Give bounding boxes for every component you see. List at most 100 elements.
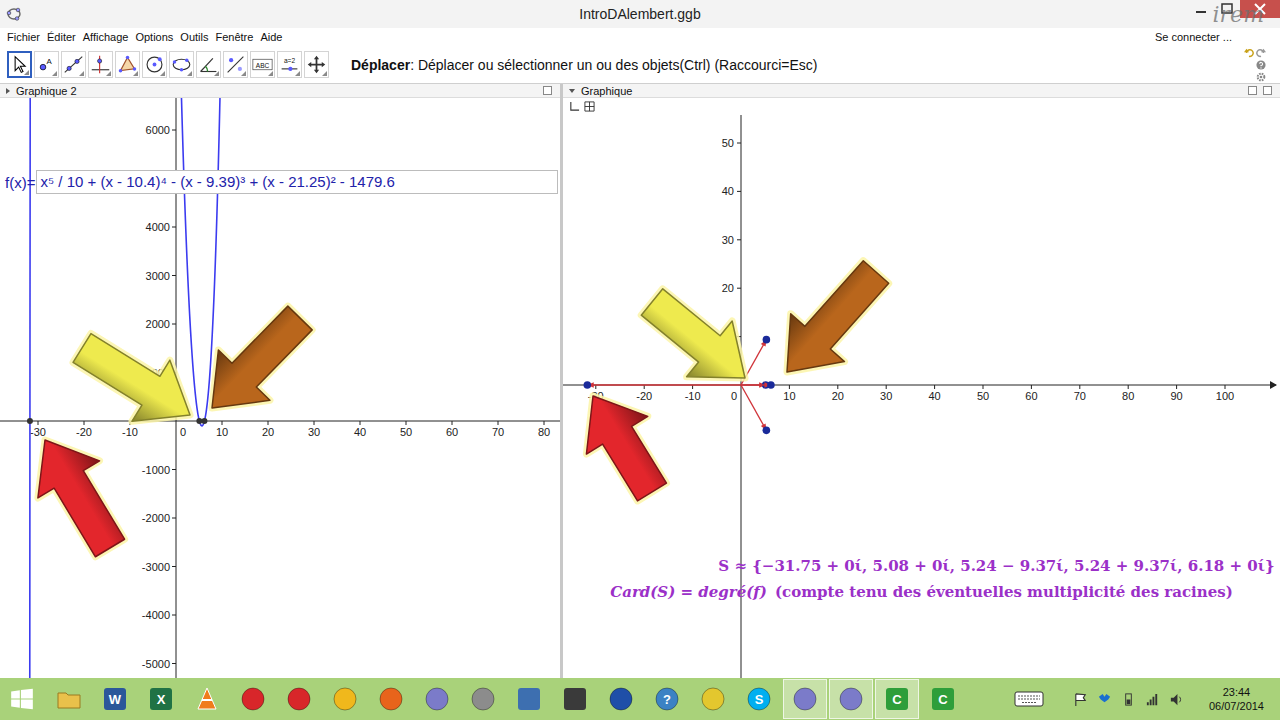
svg-text:30: 30 <box>880 390 892 402</box>
root-vector[interactable] <box>584 381 741 389</box>
tool-button[interactable] <box>7 51 32 78</box>
taskbar-app[interactable] <box>783 679 827 719</box>
annotation-arrow-icon <box>63 317 209 445</box>
svg-text:W: W <box>109 692 122 707</box>
menu-item[interactable]: Fichier <box>7 31 40 43</box>
taskbar-app[interactable] <box>461 679 505 719</box>
menu-item[interactable]: Outils <box>180 31 208 43</box>
svg-text:50: 50 <box>722 137 734 149</box>
axes-icon[interactable] <box>569 101 580 112</box>
submenu-corner-icon <box>241 71 246 76</box>
taskbar-app[interactable]: ? <box>645 679 689 719</box>
taskbar-app[interactable] <box>277 679 321 719</box>
login-link[interactable]: Se connecter ... <box>1155 31 1232 43</box>
taskbar-app[interactable] <box>415 679 459 719</box>
input-field[interactable]: x⁵ / 10 + (x - 10.4)⁴ - (x - 9.39)³ + (x… <box>36 170 558 194</box>
help-icon[interactable] <box>1256 60 1266 70</box>
tool-button[interactable] <box>304 51 329 78</box>
taskbar-app[interactable] <box>369 679 413 719</box>
taskbar-app[interactable] <box>553 679 597 719</box>
tool-button[interactable]: A <box>34 51 59 78</box>
maximize-icon[interactable] <box>1214 0 1240 18</box>
taskbar-app[interactable]: C <box>921 679 965 719</box>
root-point[interactable] <box>27 418 33 424</box>
taskbar-app[interactable] <box>231 679 275 719</box>
submenu-corner-icon <box>133 71 138 76</box>
close-view-icon[interactable] <box>1263 86 1272 95</box>
root-vector[interactable] <box>741 385 770 434</box>
graph-canvas[interactable]: -30-20-100102030405060708090100102030405… <box>563 115 1280 678</box>
app-icon: C <box>883 685 911 713</box>
flag-icon[interactable] <box>1073 692 1088 707</box>
undo-icon[interactable] <box>1244 48 1254 58</box>
root-vector[interactable] <box>741 381 775 389</box>
app-icon: X <box>147 685 175 713</box>
workspace: Graphique 2-30-20-1001020304050607080600… <box>0 84 1280 678</box>
reflect-tool-icon <box>225 54 246 75</box>
x-axis-arrow-icon <box>1270 381 1277 389</box>
close-icon[interactable] <box>1240 0 1280 18</box>
toggle-stylebar-icon[interactable] <box>6 88 10 94</box>
close-view-icon[interactable] <box>543 86 552 95</box>
y-tick: 40 <box>722 185 741 197</box>
function-curve[interactable] <box>0 98 560 678</box>
menu-item[interactable]: Aide <box>260 31 282 43</box>
windows-start-icon[interactable] <box>9 686 35 712</box>
taskbar-app[interactable] <box>47 679 91 719</box>
taskbar-app[interactable]: C <box>875 679 919 719</box>
x-tick: 70 <box>492 421 504 438</box>
taskbar-app[interactable] <box>691 679 735 719</box>
tool-button[interactable] <box>169 51 194 78</box>
menu-item[interactable]: Affichage <box>83 31 129 43</box>
text-tool-icon: ABC <box>252 54 273 75</box>
function-input: f(x)=x⁵ / 10 + (x - 10.4)⁴ - (x - 9.39)³… <box>5 170 558 194</box>
taskbar-app[interactable] <box>323 679 367 719</box>
tool-button[interactable]: a=2 <box>277 51 302 78</box>
tool-button[interactable]: ABC <box>250 51 275 78</box>
taskbar-app[interactable] <box>185 679 229 719</box>
menu-item[interactable]: Options <box>135 31 173 43</box>
dropbox-icon[interactable] <box>1097 692 1112 707</box>
network-icon[interactable] <box>1145 692 1160 707</box>
circle-tool-icon <box>144 54 165 75</box>
input-label: f(x)= <box>5 174 35 191</box>
tool-button[interactable] <box>142 51 167 78</box>
settings-icon[interactable] <box>1256 72 1266 82</box>
undock-view-icon[interactable] <box>1248 86 1257 95</box>
taskbar-app[interactable]: W <box>93 679 137 719</box>
minimize-icon[interactable] <box>1188 0 1214 18</box>
tool-button[interactable] <box>115 51 140 78</box>
taskbar-app[interactable]: S <box>737 679 781 719</box>
tool-button[interactable] <box>223 51 248 78</box>
app-icon: W <box>101 685 129 713</box>
clock[interactable]: 23:4406/07/2014 <box>1209 685 1264 714</box>
graph-canvas[interactable]: -30-20-100102030405060708060004000300020… <box>0 98 560 678</box>
y-tick: 3000 <box>146 270 176 282</box>
view-header: Graphique 2 <box>0 84 560 98</box>
menu-item[interactable]: Éditer <box>47 31 76 43</box>
annotation-arrow-icon <box>760 248 903 396</box>
taskbar-app[interactable] <box>507 679 551 719</box>
app-icon <box>837 685 865 713</box>
tool-button[interactable] <box>196 51 221 78</box>
pan-tool-icon <box>306 54 327 75</box>
root-vector[interactable] <box>741 336 770 385</box>
battery-icon[interactable] <box>1121 692 1136 707</box>
svg-text:70: 70 <box>492 426 504 438</box>
root-point[interactable] <box>201 418 207 424</box>
taskbar-app[interactable] <box>599 679 643 719</box>
volume-icon[interactable] <box>1169 692 1184 707</box>
taskbar-app[interactable] <box>829 679 873 719</box>
grid-icon[interactable] <box>584 101 595 112</box>
polygon-tool-icon <box>117 54 138 75</box>
tool-button[interactable] <box>88 51 113 78</box>
svg-text:40: 40 <box>354 426 366 438</box>
redo-icon[interactable] <box>1256 48 1266 58</box>
toggle-stylebar-icon[interactable] <box>569 89 575 93</box>
taskbar-app[interactable]: X <box>139 679 183 719</box>
solution-set: S ≈ {−31.75 + 0ί, 5.08 + 0ί, 5.24 − 9.37… <box>568 557 1274 575</box>
tool-button[interactable] <box>61 51 86 78</box>
menu-item[interactable]: Fenêtre <box>215 31 253 43</box>
keyboard-icon[interactable] <box>1014 690 1044 708</box>
style-bar <box>563 98 1280 115</box>
